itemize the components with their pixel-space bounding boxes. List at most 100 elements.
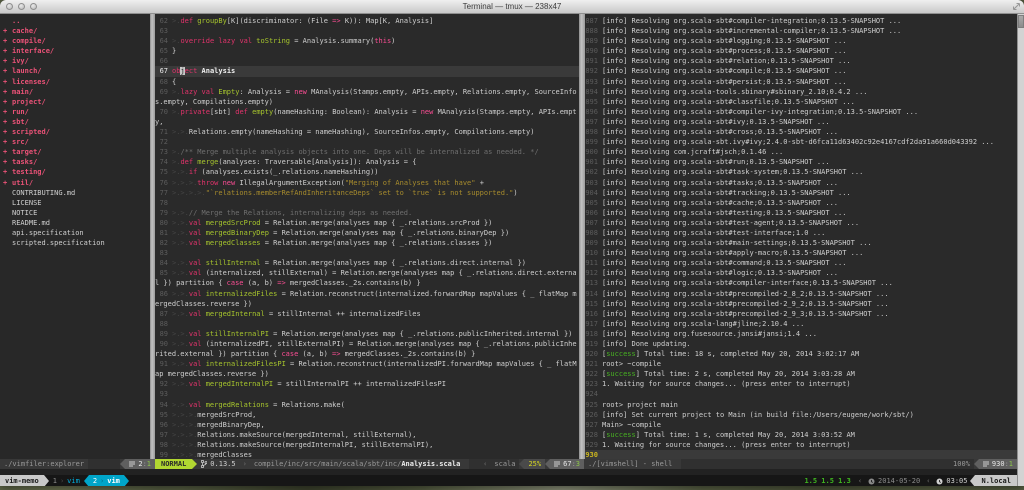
code-line[interactable]: 66 [155, 56, 579, 66]
code-line[interactable]: 81 >.>.val mergedBinaryDep = Relation.mer… [155, 228, 579, 238]
code-line[interactable]: 65} [155, 46, 579, 56]
log-line[interactable]: 929 1. Waiting for source changes... (pre… [585, 440, 1017, 450]
log-line[interactable]: 889 [info] Resolving org.scala-sbt#loggin… [585, 36, 1017, 46]
log-line[interactable]: 923 1. Waiting for source changes... (pre… [585, 379, 1017, 389]
code-line[interactable]: 83 [155, 248, 579, 258]
code-line[interactable]: 62 >.def groupBy[K](discriminator: (File … [155, 16, 579, 26]
log-line[interactable]: 913 [info] Resolving org.scala-sbt#compil… [585, 278, 1017, 288]
code-line[interactable]: 95 >.>.>.mergedSrcProd, [155, 410, 579, 420]
code-line[interactable]: 82 >.>.val mergedClasses = Relation.merge… [155, 238, 579, 248]
code-line[interactable]: 75 >.>.if (analyses.exists(_.relations.na… [155, 167, 579, 177]
code-line[interactable]: 96 >.>.>.mergedBinaryDep, [155, 420, 579, 430]
log-line[interactable]: 908 [info] Resolving org.scala-sbt#test-i… [585, 228, 1017, 238]
code-line[interactable]: 68{ [155, 77, 579, 87]
code-line[interactable]: 86 >.>.val internalizedFiles = Relation.r… [155, 289, 579, 309]
code-editor-pane[interactable]: 62 >.def groupBy[K](discriminator: (File … [155, 14, 579, 459]
explorer-dir-item[interactable]: + launch/ [0, 66, 150, 76]
code-line[interactable]: 97 >.>.>.Relations.makeSource(mergedInter… [155, 430, 579, 440]
log-line[interactable]: 899 [info] Resolving org.scala-sbt.ivy#iv… [585, 137, 1017, 147]
log-line[interactable]: 892 [info] Resolving org.scala-sbt#compil… [585, 66, 1017, 76]
log-line[interactable]: 920 [success] Total time: 18 s, completed… [585, 349, 1017, 359]
log-line[interactable]: 921 root> ~compile [585, 359, 1017, 369]
log-line[interactable]: 902 [info] Resolving org.scala-sbt#task-s… [585, 167, 1017, 177]
scrollbar-thumb[interactable] [1018, 15, 1024, 28]
code-line[interactable]: 63 [155, 26, 579, 36]
code-line[interactable]: 98 >.>.>.Relations.makeSource(mergedInter… [155, 440, 579, 450]
log-line[interactable]: 896 [info] Resolving org.scala-sbt#compil… [585, 107, 1017, 117]
log-line[interactable]: 924 [585, 389, 1017, 399]
code-line[interactable]: 70 >.private[sbt] def empty(nameHashing: … [155, 107, 579, 127]
log-line[interactable]: 893 [info] Resolving org.scala-sbt#persis… [585, 77, 1017, 87]
resize-icon[interactable] [1012, 2, 1021, 11]
explorer-file-item[interactable]: scripted.specification [0, 238, 150, 248]
code-line[interactable]: 69 >.lazy val Empty: Analysis = new MAnal… [155, 87, 579, 107]
log-line[interactable]: 911 [info] Resolving org.scala-sbt#comman… [585, 258, 1017, 268]
explorer-dir-item[interactable]: + compile/ [0, 36, 150, 46]
log-line[interactable]: 887 [info] Resolving org.scala-sbt#compil… [585, 16, 1017, 26]
log-line[interactable]: 907 [info] Resolving org.scala-sbt#test-a… [585, 218, 1017, 228]
log-line[interactable]: 904 [info] Resolving org.scala-sbt#tracki… [585, 188, 1017, 198]
log-line[interactable]: 905 [info] Resolving org.scala-sbt#cache;… [585, 198, 1017, 208]
vimfiler-explorer-pane[interactable]: .. + cache/+ compile/+ interface/+ ivy/+ launc… [0, 14, 150, 459]
log-line[interactable]: 897 [info] Resolving org.scala-sbt#ivy;0.… [585, 117, 1017, 127]
explorer-dir-item[interactable]: .. [0, 16, 150, 26]
log-line[interactable]: 925 root> project main [585, 400, 1017, 410]
log-line[interactable]: 891 [info] Resolving org.scala-sbt#relati… [585, 56, 1017, 66]
log-line[interactable]: 901 [info] Resolving org.scala-sbt#run;0.… [585, 157, 1017, 167]
explorer-file-item[interactable]: CONTRIBUTING.md [0, 188, 150, 198]
code-line[interactable]: 94 >.>.val mergedRelations = Relations.ma… [155, 400, 579, 410]
code-line[interactable]: 80 >.>.val mergedSrcProd = Relation.merge… [155, 218, 579, 228]
close-button[interactable] [6, 3, 13, 10]
explorer-dir-item[interactable]: + interface/ [0, 46, 150, 56]
code-line[interactable]: 87 >.>.val mergedInternal = stillInternal… [155, 309, 579, 319]
code-line[interactable]: 72 [155, 137, 579, 147]
log-line[interactable]: 917 [info] Resolving org.scala-lang#jline… [585, 319, 1017, 329]
explorer-file-item[interactable]: LICENSE [0, 198, 150, 208]
code-line[interactable]: 64 >.override lazy val toString = Analysi… [155, 36, 579, 46]
code-line[interactable]: 78 [155, 198, 579, 208]
code-line[interactable]: 67 object Analysis [155, 66, 579, 77]
code-line[interactable]: 99 >.>.>.mergedClasses [155, 450, 579, 459]
code-line[interactable]: 77 >.>.>.>."`relations.memberRefAndInheri… [155, 188, 579, 198]
explorer-dir-item[interactable]: + src/ [0, 137, 150, 147]
log-line[interactable]: 914 [info] Resolving org.scala-sbt#precom… [585, 289, 1017, 299]
zoom-button[interactable] [30, 3, 37, 10]
code-line[interactable]: 88 [155, 319, 579, 329]
title-bar[interactable]: Terminal — tmux — 238x47 [0, 0, 1024, 14]
explorer-dir-item[interactable]: + scripted/ [0, 127, 150, 137]
log-line[interactable]: 918 [info] Resolving org.fusesource.jansi… [585, 329, 1017, 339]
minimize-button[interactable] [18, 3, 25, 10]
explorer-dir-item[interactable]: + tasks/ [0, 157, 150, 167]
explorer-file-item[interactable]: api.specification [0, 228, 150, 238]
log-line[interactable]: 910 [info] Resolving org.scala-sbt#apply-… [585, 248, 1017, 258]
log-line[interactable]: 895 [info] Resolving org.scala-sbt#classf… [585, 97, 1017, 107]
log-line[interactable]: 903 [info] Resolving org.scala-sbt#tasks;… [585, 178, 1017, 188]
code-line[interactable]: 91 >.>.val internalizedFilesPI = Relation… [155, 359, 579, 379]
log-line[interactable]: 888 [info] Resolving org.scala-sbt#increm… [585, 26, 1017, 36]
explorer-dir-item[interactable]: + project/ [0, 97, 150, 107]
explorer-dir-item[interactable]: + licenses/ [0, 77, 150, 87]
code-line[interactable]: 73 >./** Merge multiple analysis objects … [155, 147, 579, 157]
code-line[interactable]: 84 >.>.val stillInternal = Relation.merge… [155, 258, 579, 268]
log-line[interactable]: 919 [info] Done updating. [585, 339, 1017, 349]
log-line[interactable]: 906 [info] Resolving org.scala-sbt#testin… [585, 208, 1017, 218]
log-line[interactable]: 927 Main> ~compile [585, 420, 1017, 430]
code-line[interactable]: 85 >.>.val (internalized, stillExternal) … [155, 268, 579, 288]
code-line[interactable]: 74 >.def merge(analyses: Traversable[Anal… [155, 157, 579, 167]
log-line[interactable]: 922 [success] Total time: 2 s, completed … [585, 369, 1017, 379]
log-line[interactable]: 900 [info] Resolving com.jcraft#jsch;0.1.… [585, 147, 1017, 157]
explorer-dir-item[interactable]: + testing/ [0, 167, 150, 177]
log-line[interactable]: 912 [info] Resolving org.scala-sbt#logic;… [585, 268, 1017, 278]
log-line[interactable]: 909 [info] Resolving org.scala-sbt#main-s… [585, 238, 1017, 248]
explorer-dir-item[interactable]: + cache/ [0, 26, 150, 36]
log-line[interactable]: 928 [success] Total time: 1 s, completed … [585, 430, 1017, 440]
explorer-dir-item[interactable]: + ivy/ [0, 56, 150, 66]
code-line[interactable]: 79 >.>.// Merge the Relations, internaliz… [155, 208, 579, 218]
code-line[interactable]: 92 >.>.val mergedInternalPI = stillIntern… [155, 379, 579, 389]
code-line[interactable]: 93 [155, 389, 579, 399]
log-line[interactable]: 898 [info] Resolving org.scala-sbt#cross;… [585, 127, 1017, 137]
log-line[interactable]: 930 [585, 450, 1017, 459]
log-line[interactable]: 890 [info] Resolving org.scala-sbt#proces… [585, 46, 1017, 56]
code-line[interactable]: 71 >.>.Relations.empty(nameHashing = name… [155, 127, 579, 137]
explorer-dir-item[interactable]: + main/ [0, 87, 150, 97]
